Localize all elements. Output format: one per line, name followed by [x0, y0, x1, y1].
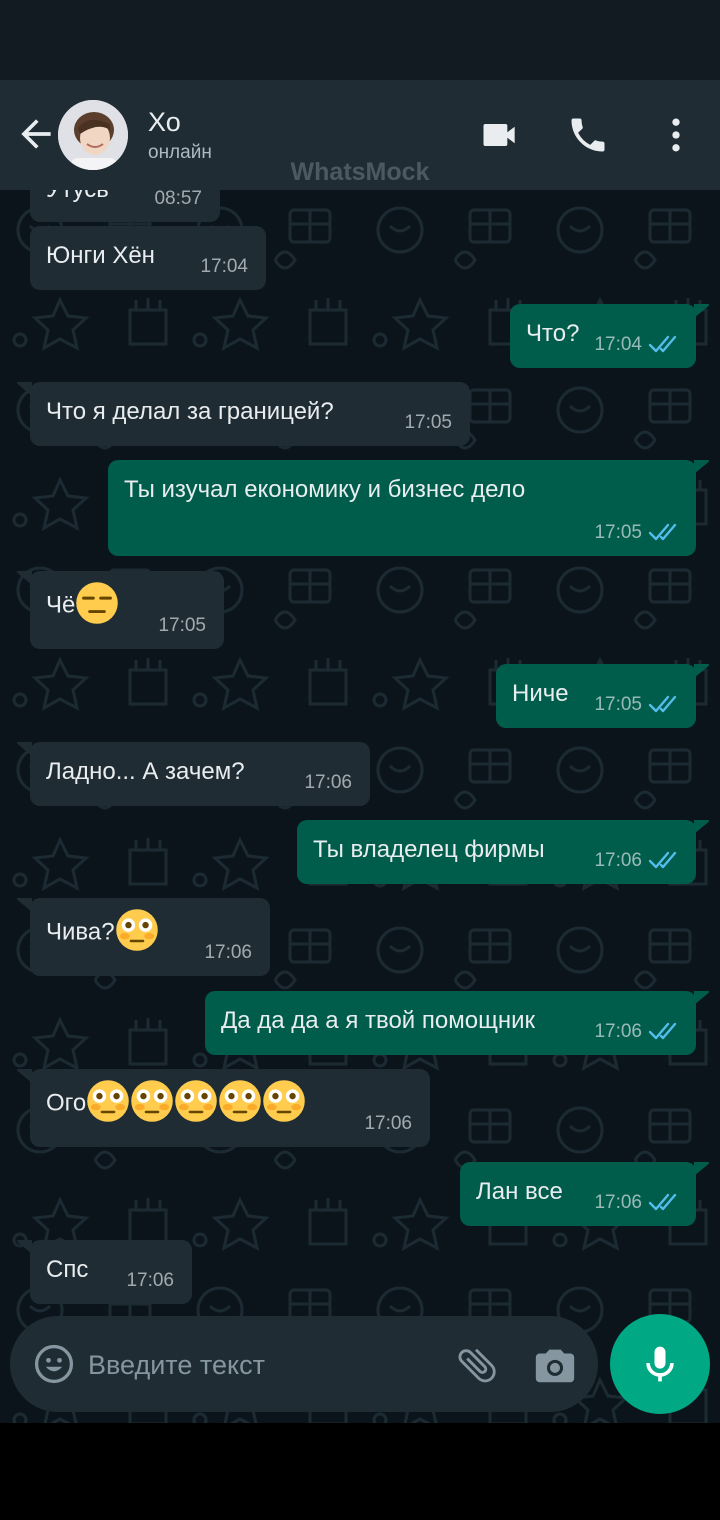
back-arrow-icon[interactable]: [14, 112, 58, 156]
emoji-icon[interactable]: [32, 1342, 76, 1386]
bubble-tail: [16, 898, 32, 912]
message-time: 17:04: [200, 256, 248, 277]
message-time: 17:06: [126, 1270, 174, 1291]
outgoing-message[interactable]: Лан все 17:06: [460, 1162, 710, 1226]
message-text: Чё: [46, 582, 119, 625]
navigation-bar: [0, 1423, 720, 1520]
message-text-content: Ладно... А зачем?: [46, 758, 245, 785]
double-check-icon: [648, 851, 677, 869]
outgoing-message[interactable]: Что? 17:04: [510, 304, 710, 368]
expressionless-face-emoji: [76, 582, 119, 624]
phone-icon[interactable]: [566, 113, 610, 157]
chat-wallpaper: [0, 190, 720, 1423]
message-text: Что?: [526, 320, 579, 348]
message-text: Ниче: [512, 680, 569, 708]
message-text-content: Ты изучал економику и бизнес дело: [124, 476, 526, 503]
bubble-tail: [694, 820, 710, 834]
message-time: 17:05: [404, 412, 452, 433]
message-text-content: Что?: [526, 320, 580, 347]
message-text: Чива?: [46, 909, 159, 952]
message-time: 17:06: [594, 1021, 642, 1042]
incoming-message[interactable]: Спс 17:06: [16, 1240, 192, 1304]
incoming-message[interactable]: Утусь 08:57: [30, 190, 220, 222]
microphone-icon: [646, 1346, 674, 1382]
status-bar: [0, 0, 720, 80]
bubble-tail: [16, 1240, 32, 1254]
message-text: Утусь: [46, 190, 109, 204]
message-text-content: Лан все: [476, 1178, 563, 1205]
message-text: Ты изучал економику и бизнес дело: [124, 476, 525, 504]
message-time: 17:05: [158, 615, 206, 636]
bubble-tail: [16, 382, 32, 396]
message-text: Ты владелец фирмы: [313, 836, 545, 864]
double-check-icon: [648, 1193, 677, 1211]
message-text: Да да да а я твой помощник: [221, 1007, 535, 1035]
message-time: 17:06: [594, 850, 642, 871]
message-text: Что я делал за границей?: [46, 398, 334, 426]
bubble-tail: [694, 664, 710, 678]
watermark: WhatsMock: [290, 158, 430, 186]
message-input[interactable]: Введите текст: [88, 1350, 265, 1381]
bubble-tail: [694, 460, 710, 474]
chat-area[interactable]: Утусь 08:57 Юнги Хён 17:04 Что? 17:04 Что я де…: [0, 190, 720, 1423]
more-vertical-icon[interactable]: [654, 113, 698, 157]
incoming-message[interactable]: Юнги Хён 17:04: [30, 226, 266, 290]
bubble-tail: [694, 991, 710, 1005]
message-text-content: Да да да а я твой помощник: [221, 1007, 535, 1034]
message-text: Юнги Хён: [46, 242, 155, 270]
message-time: 08:57: [154, 190, 202, 209]
incoming-message[interactable]: Ого 17:06: [16, 1069, 430, 1147]
flushed-face-emoji: [175, 1080, 218, 1122]
outgoing-message[interactable]: Да да да а я твой помощник 17:06: [205, 991, 710, 1055]
double-check-icon: [648, 335, 677, 353]
message-time: 17:06: [204, 942, 252, 963]
bubble-tail: [694, 304, 710, 318]
message-text-content: Юнги Хён: [46, 242, 155, 269]
double-check-icon: [648, 1022, 677, 1040]
message-time: 17:05: [594, 522, 642, 543]
message-text-content: Ого: [46, 1089, 87, 1117]
bubble-tail: [694, 1162, 710, 1176]
flushed-face-emoji: [87, 1080, 130, 1122]
video-camera-icon[interactable]: [478, 113, 522, 157]
message-time: 17:05: [594, 694, 642, 715]
outgoing-message[interactable]: Ниче 17:05: [496, 664, 710, 728]
message-text-content: Спс: [46, 1256, 89, 1283]
message-text: Ладно... А зачем?: [46, 758, 245, 786]
message-input-bar[interactable]: Введите текст: [10, 1316, 598, 1412]
message-text-content: Что я делал за границей?: [46, 398, 334, 425]
message-text: Лан все: [476, 1178, 563, 1206]
double-check-icon: [648, 695, 677, 713]
message-text: Ого: [46, 1080, 306, 1123]
incoming-message[interactable]: Чива? 17:06: [16, 898, 270, 976]
message-time: 17:06: [304, 772, 352, 793]
flushed-face-emoji: [131, 1080, 174, 1122]
message-text-content: Чива?: [46, 918, 115, 946]
double-check-icon: [648, 523, 677, 541]
paperclip-icon[interactable]: [454, 1342, 500, 1388]
bubble-tail: [16, 1069, 32, 1083]
message-text-content: Утусь: [46, 190, 109, 203]
message-time: 17:06: [364, 1113, 412, 1134]
bubble-tail: [16, 742, 32, 756]
incoming-message[interactable]: Чё 17:05: [16, 571, 224, 649]
incoming-message[interactable]: Что я делал за границей? 17:05: [16, 382, 470, 446]
message-text-content: Ты владелец фирмы: [313, 836, 545, 863]
outgoing-message[interactable]: Ты владелец фирмы 17:06: [297, 820, 710, 884]
message-time: 17:04: [594, 334, 642, 355]
outgoing-message[interactable]: Ты изучал економику и бизнес дело 17:05: [108, 460, 710, 556]
flushed-face-emoji: [219, 1080, 262, 1122]
message-time: 17:06: [594, 1192, 642, 1213]
mic-button[interactable]: [610, 1314, 710, 1414]
message-text-content: Чё: [46, 591, 76, 619]
flushed-face-emoji: [263, 1080, 306, 1122]
camera-icon[interactable]: [532, 1342, 578, 1388]
incoming-message[interactable]: Ладно... А зачем? 17:06: [16, 742, 370, 806]
message-text: Спс: [46, 1256, 88, 1284]
contact-name[interactable]: Хо: [148, 107, 181, 138]
bubble-tail: [16, 571, 32, 585]
flushed-face-emoji: [115, 909, 158, 951]
message-text-content: Ниче: [512, 680, 569, 707]
